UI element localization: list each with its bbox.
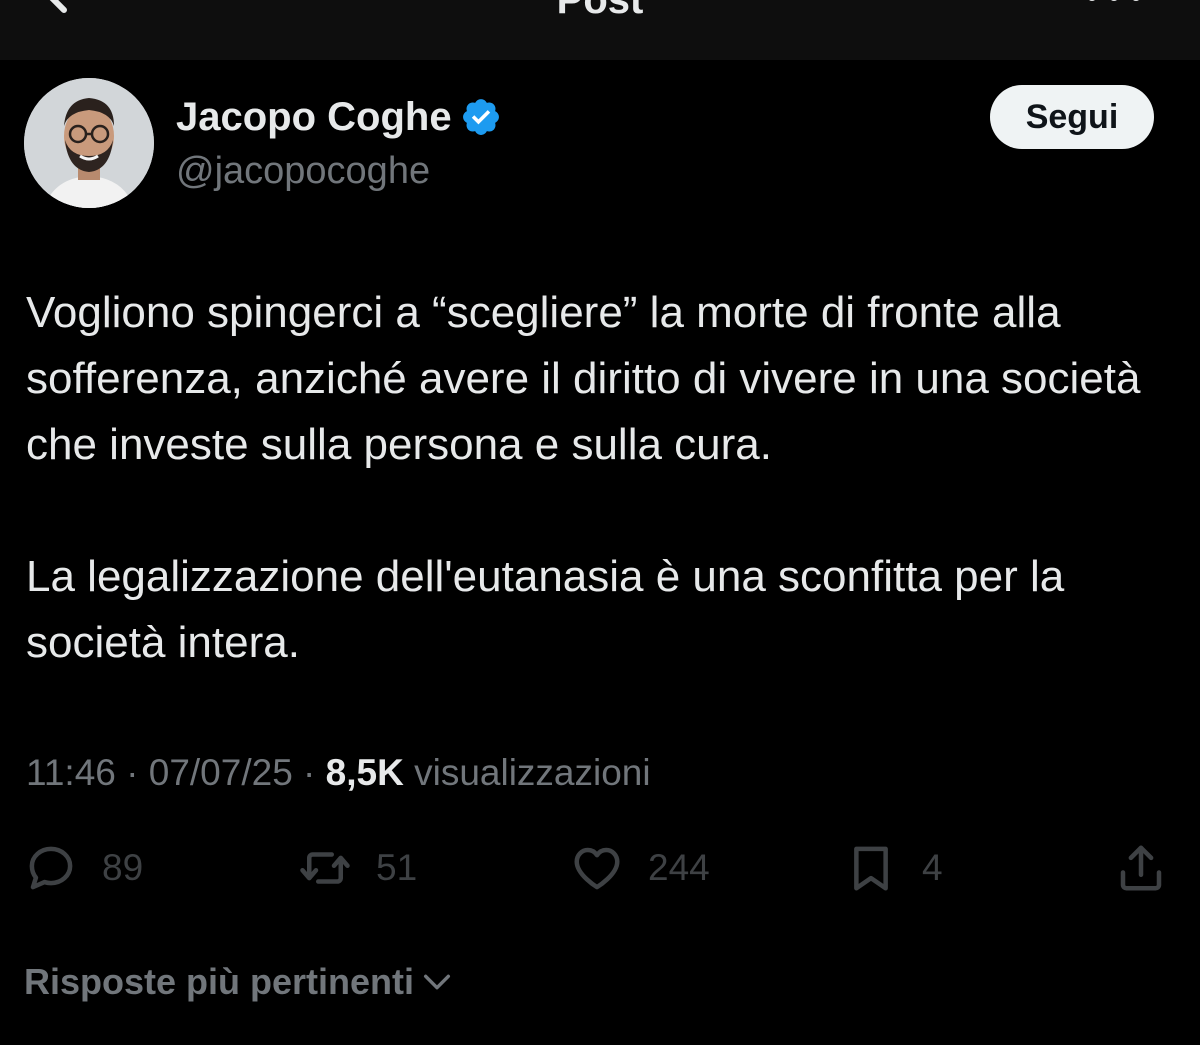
meta-separator: · — [292, 752, 326, 793]
meta-separator: · — [115, 752, 149, 793]
heart-icon — [574, 847, 620, 890]
post-time[interactable]: 11:46 — [26, 752, 116, 793]
bookmark-icon — [854, 846, 888, 891]
replies-sort-dropdown[interactable]: Risposte più pertinenti — [24, 958, 454, 1006]
verified-badge-icon — [462, 99, 499, 135]
replies-sort-label: Risposte più pertinenti — [24, 961, 415, 1002]
author-name[interactable]: Jacopo Coghe — [176, 93, 452, 141]
views-label: visualizzazioni — [403, 752, 651, 793]
repost-count: 51 — [376, 847, 418, 888]
chevron-down-icon — [423, 974, 451, 990]
repost-icon — [300, 852, 350, 884]
share-icon — [1120, 845, 1162, 891]
follow-button[interactable]: Segui — [990, 85, 1154, 149]
avatar-portrait-icon — [24, 78, 154, 208]
author-name-row[interactable]: Jacopo Coghe — [176, 92, 502, 142]
like-count: 244 — [648, 847, 710, 888]
top-bar: Post — [0, 0, 1200, 60]
repost-button[interactable]: 51 — [298, 838, 417, 898]
bookmark-count: 4 — [922, 847, 943, 888]
action-bar: 89 51 244 4 — [0, 838, 1200, 898]
reply-count: 89 — [102, 847, 144, 888]
reply-icon — [29, 846, 73, 890]
page-title: Post — [556, 0, 644, 22]
post-body: Vogliono spingerci a “scegliere” la mort… — [26, 280, 1176, 676]
post-date[interactable]: 07/07/25 — [149, 752, 293, 793]
reply-button[interactable]: 89 — [24, 838, 143, 898]
post-paragraph: Vogliono spingerci a “scegliere” la mort… — [26, 288, 1141, 469]
author-handle[interactable]: @jacopocoghe — [176, 148, 430, 194]
post-meta: 11:46 · 07/07/25 · 8,5K visualizzazioni — [26, 748, 651, 798]
like-button[interactable]: 244 — [570, 838, 710, 898]
more-options-icon[interactable] — [1084, 0, 1144, 10]
views-count: 8,5K — [325, 752, 404, 793]
avatar[interactable] — [24, 78, 154, 208]
post-paragraph: La legalizzazione dell'eutanasia è una s… — [26, 552, 1065, 667]
bookmark-button[interactable]: 4 — [844, 838, 943, 898]
share-button[interactable] — [1114, 838, 1168, 898]
